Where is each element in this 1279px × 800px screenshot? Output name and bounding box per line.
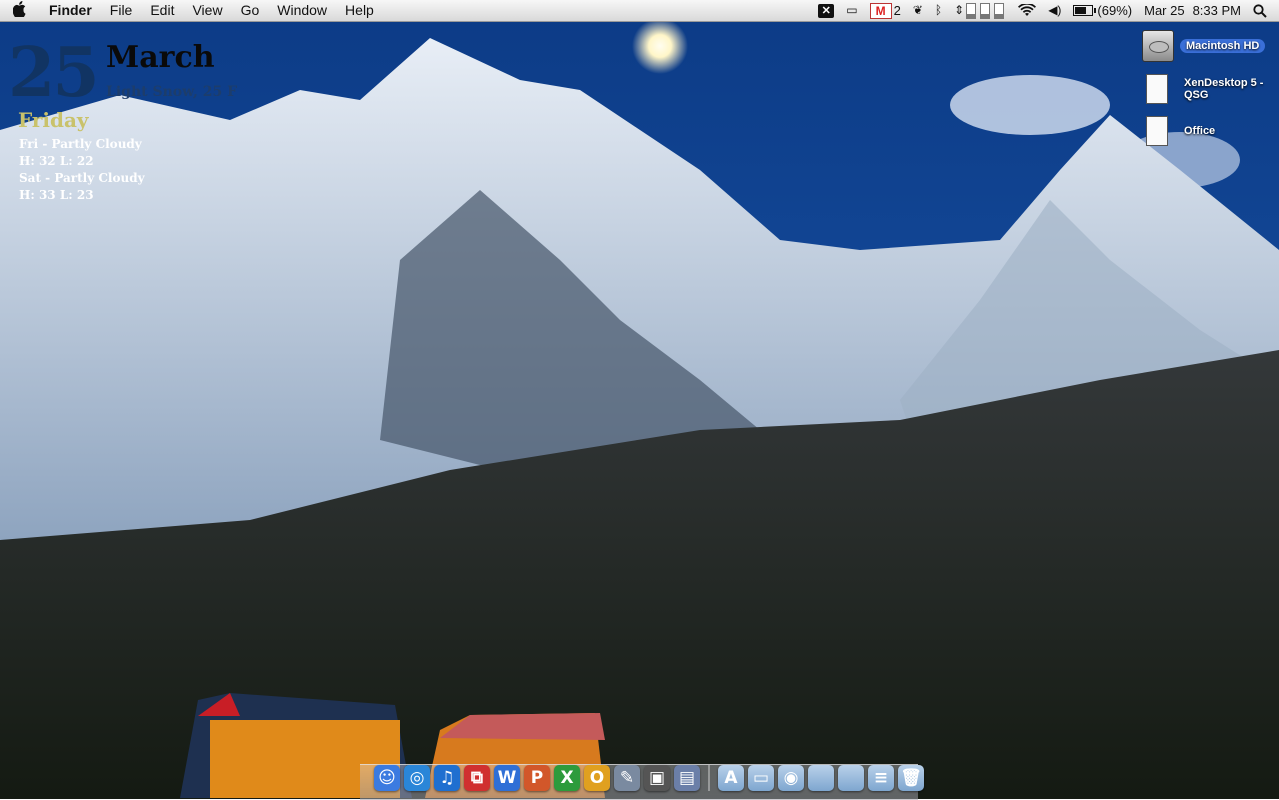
desktop-icon-label: Office [1184, 125, 1216, 137]
system-monitor-status-item[interactable]: ⇕ [948, 0, 1012, 21]
excel-icon[interactable]: X [554, 765, 580, 791]
menu-time: 8:33 PM [1192, 3, 1241, 18]
spotlight-search-icon [1253, 3, 1267, 18]
widget-day-number: 25 [8, 33, 100, 113]
xmarks-status-item[interactable]: ✕ [812, 3, 840, 18]
finder-icon[interactable]: ☺ [374, 765, 400, 791]
menu-edit[interactable]: Edit [141, 0, 183, 21]
itunes-icon[interactable]: ♫ [434, 765, 460, 791]
bluetooth-icon: ᛒ [934, 3, 943, 17]
downloads-folder-icon[interactable]: ◉ [778, 765, 804, 791]
desktop-wallpaper [0, 0, 1279, 799]
hard-drive-icon [1142, 30, 1174, 62]
memory-meter-icon [966, 2, 977, 19]
powerpoint-icon[interactable]: P [524, 765, 550, 791]
widget-weekday: Friday [18, 108, 89, 132]
safari-icon[interactable]: ◎ [404, 765, 430, 791]
widget-month: March [106, 40, 215, 75]
desktop-icon-xendesktop[interactable]: XenDesktop 5 - QSG [1142, 74, 1276, 104]
document-icon [1146, 74, 1168, 104]
volume-status-item[interactable]: ◀) [1042, 0, 1067, 21]
parallels-icon[interactable]: ⧉ [464, 765, 490, 791]
forecast-temps: H: 33 L: 23 [19, 188, 94, 202]
screen-sharing-icon[interactable]: ▣ [644, 765, 670, 791]
trash-icon[interactable]: 🗑 [898, 765, 924, 791]
iphoto-icon[interactable]: ▤ [674, 765, 700, 791]
menu-view[interactable]: View [183, 0, 231, 21]
card-reader-icon: ▭ [846, 3, 858, 17]
preview-icon[interactable]: ✎ [614, 765, 640, 791]
speaker-icon: ◀) [1048, 3, 1062, 17]
folder-icon[interactable] [808, 765, 834, 791]
widget-condition: Light Snow, 25 F [106, 84, 238, 100]
menu-file[interactable]: File [101, 0, 142, 21]
evernote-status-item[interactable]: ❦ [907, 0, 929, 21]
desktop-icon-macintosh-hd[interactable]: Macintosh HD [1142, 30, 1272, 62]
document-stack-icon[interactable]: ≡ [868, 765, 894, 791]
bluetooth-status-item[interactable]: ᛒ [929, 0, 948, 21]
desktop-icon-label: Macintosh HD [1180, 39, 1266, 53]
forecast-temps: H: 32 L: 22 [19, 154, 94, 168]
evernote-icon: ❦ [912, 3, 923, 17]
menu-bar: Finder File Edit View Go Window Help ✕ ▭… [0, 0, 1279, 22]
battery-status-item[interactable]: (69%) [1067, 0, 1138, 21]
applications-folder-icon[interactable]: A [718, 765, 744, 791]
clock-status-item[interactable]: Mar 25 8:33 PM [1138, 0, 1247, 21]
menu-date: Mar 25 [1144, 3, 1185, 18]
dock: ☺ ◎ ♫ ⧉ W P X O ✎ ▣ ▤ A ▭ ◉ ≡ 🗑 [372, 761, 926, 791]
battery-percent: (69%) [1097, 3, 1133, 18]
document-icon [1146, 116, 1168, 146]
dock-separator [708, 765, 710, 791]
forecast-summary: Sat - Partly Cloudy [19, 171, 145, 185]
menu-help[interactable]: Help [336, 0, 383, 21]
wifi-status-item[interactable] [1012, 4, 1042, 17]
forecast-summary: Fri - Partly Cloudy [19, 137, 142, 151]
xmarks-icon: ✕ [818, 3, 835, 18]
spotlight-status-item[interactable] [1247, 3, 1279, 18]
outlook-icon[interactable]: O [584, 765, 610, 791]
battery-icon [1073, 5, 1097, 16]
desktop-icon-label: XenDesktop 5 - QSG [1184, 77, 1264, 101]
apple-icon[interactable] [0, 0, 40, 21]
network-arrows-icon: ⇕ [954, 3, 965, 17]
documents-folder-icon[interactable]: ▭ [748, 765, 774, 791]
desktop-icon-office[interactable]: Office [1142, 116, 1276, 146]
cpu-meter-icon [994, 2, 1005, 19]
disk-meter-icon [980, 2, 991, 19]
gmail-unread-count: 2 [893, 3, 901, 18]
menu-go[interactable]: Go [232, 0, 269, 21]
gmail-icon: M [869, 2, 892, 19]
folder-icon[interactable] [838, 765, 864, 791]
word-icon[interactable]: W [494, 765, 520, 791]
menu-finder[interactable]: Finder [40, 0, 101, 21]
menu-window[interactable]: Window [268, 0, 336, 21]
wifi-icon [1018, 4, 1037, 16]
card-status-item[interactable]: ▭ [840, 0, 863, 21]
gmail-notifier[interactable]: M 2 [864, 0, 907, 21]
